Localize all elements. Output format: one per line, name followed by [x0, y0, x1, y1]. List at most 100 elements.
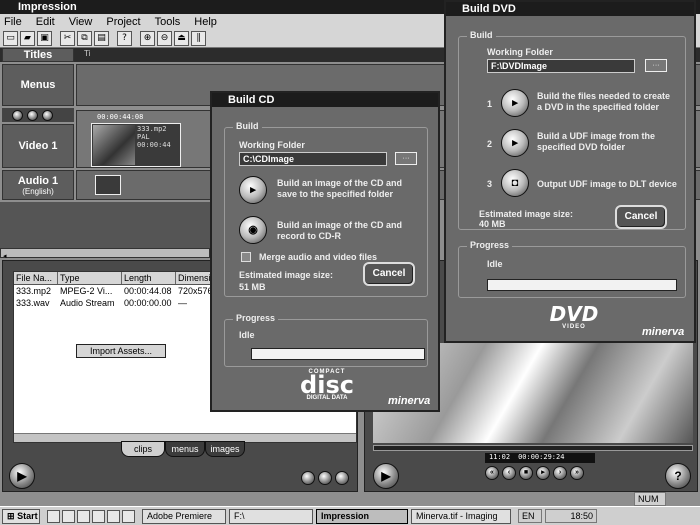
quick-launch-icon[interactable] [62, 509, 75, 523]
merge-checkbox[interactable] [241, 252, 251, 262]
cd-working-folder-field[interactable]: C:\CDImage [239, 152, 387, 166]
cd-record-button[interactable]: ◉ [239, 216, 267, 244]
detail-view-icon[interactable] [335, 471, 349, 485]
col-filename[interactable]: File Na... [14, 272, 58, 284]
track-menus[interactable]: Menus [2, 64, 74, 106]
dvd-working-folder-label: Working Folder [487, 47, 553, 57]
preview-play-button[interactable]: ▶ [373, 463, 399, 489]
dvd-opt2-text: Build a UDF image from the specified DVD… [537, 131, 656, 152]
timeline-scrollbar[interactable]: ◂ [0, 248, 210, 260]
dvd-build-files-button[interactable]: ▸ [501, 89, 529, 117]
transport-controls: « ‹ ■ ▸ › » [485, 466, 584, 480]
dvd-progress-title: Progress [467, 240, 513, 250]
lang-indicator[interactable]: EN [518, 509, 542, 523]
start-button[interactable]: ⊞ Start [2, 508, 40, 524]
quick-launch-icon[interactable] [107, 509, 120, 523]
track-control-icon[interactable] [27, 109, 38, 121]
build-dvd-title: Build DVD [462, 3, 516, 15]
col-length[interactable]: Length [122, 272, 176, 284]
dvd-browse-button[interactable]: ··· [645, 59, 667, 72]
cd-est-value: 51 MB [239, 282, 266, 292]
dvd-cancel-button[interactable]: Cancel [615, 205, 667, 229]
menu-view[interactable]: View [69, 16, 93, 28]
open-icon[interactable]: ▰ [20, 31, 35, 46]
menu-help[interactable]: Help [194, 16, 217, 28]
quick-launch-icon[interactable] [92, 509, 105, 523]
thumb-view-icon[interactable] [318, 471, 332, 485]
cd-save-image-button[interactable]: ▸ [239, 176, 267, 204]
col-type[interactable]: Type [58, 272, 122, 284]
step-back-icon[interactable]: ‹ [502, 466, 516, 480]
help-button[interactable]: ? [665, 463, 691, 489]
rewind-icon[interactable]: « [485, 466, 499, 480]
menu-file[interactable]: File [4, 16, 22, 28]
dvd-working-folder-field[interactable]: F:\DVDImage [487, 59, 635, 73]
clip-name: 333.mp2 [137, 125, 167, 133]
pause-icon[interactable]: ∥ [191, 31, 206, 46]
dvd-opt2-num: 2 [487, 139, 493, 149]
track-audio-1[interactable]: Audio 1 (English) [2, 170, 74, 200]
menu-tools[interactable]: Tools [155, 16, 181, 28]
step-forward-icon[interactable]: › [553, 466, 567, 480]
asset-length: 00:00:44.08 [124, 286, 172, 296]
track-control-icon[interactable] [12, 109, 23, 121]
fast-forward-icon[interactable]: » [570, 466, 584, 480]
clip-format: PAL [137, 133, 150, 141]
dvd-progress-group: Progress Idle [458, 240, 686, 298]
cd-brand-logo: minerva [388, 395, 431, 407]
menu-edit[interactable]: Edit [36, 16, 55, 28]
track-video-1[interactable]: Video 1 [2, 124, 74, 168]
quick-launch-icon[interactable] [47, 509, 60, 523]
build-cd-title: Build CD [228, 94, 275, 106]
task-adobe-premiere[interactable]: Adobe Premiere [142, 508, 226, 524]
asset-type: MPEG-2 Vi... [60, 286, 113, 296]
window-title: Impression [18, 1, 77, 13]
zoom-out-icon[interactable]: ⊖ [157, 31, 172, 46]
play-button[interactable]: ▶ [9, 463, 35, 489]
task-minerva-imaging[interactable]: Minerva.tif - Imaging [411, 508, 511, 524]
import-assets-button[interactable]: Import Assets... [76, 344, 166, 358]
system-clock: 18:50 [545, 509, 597, 523]
stop-icon[interactable]: ■ [519, 466, 533, 480]
dvd-opt3-num: 3 [487, 179, 493, 189]
preview-scrubber[interactable] [373, 445, 693, 451]
help-icon[interactable]: ? [117, 31, 132, 46]
dvd-brand-logo: minerva [642, 326, 685, 338]
list-view-icon[interactable] [301, 471, 315, 485]
copy-icon[interactable]: ⧉ [77, 31, 92, 46]
cd-browse-button[interactable]: ··· [395, 152, 417, 165]
track-titles[interactable]: Titles [2, 48, 74, 62]
dvd-est-value: 40 MB [479, 219, 506, 229]
scroll-left-icon[interactable]: ◂ [1, 253, 7, 260]
num-lock-indicator: NUM [634, 492, 666, 506]
zoom-in-icon[interactable]: ⊕ [140, 31, 155, 46]
tab-clips[interactable]: clips [121, 441, 165, 457]
timeline-empty-area [0, 202, 210, 248]
dvd-build-udf-button[interactable]: ▸ [501, 129, 529, 157]
menu-project[interactable]: Project [106, 16, 140, 28]
build-dvd-dialog: Build DVD Build Working Folder F:\DVDIma… [444, 0, 696, 343]
track-control-icon[interactable] [42, 109, 53, 121]
build-dvd-titlebar: Build DVD [446, 2, 694, 16]
paste-icon[interactable]: ▤ [94, 31, 109, 46]
asset-type: Audio Stream [60, 298, 115, 308]
task-f-drive[interactable]: F:\ [229, 508, 313, 524]
dvd-output-dlt-button[interactable]: ◘ [501, 169, 529, 197]
quick-launch-icon[interactable] [122, 509, 135, 523]
eject-icon[interactable]: ⏏ [174, 31, 189, 46]
save-icon[interactable]: ▣ [37, 31, 52, 46]
cd-cancel-button[interactable]: Cancel [363, 262, 415, 286]
cd-opt2-text: Build an image of the CD and record to C… [277, 220, 403, 241]
tab-menus[interactable]: menus [165, 441, 205, 457]
dvd-est-label: Estimated image size: [479, 209, 574, 219]
tab-images[interactable]: images [205, 441, 245, 457]
new-icon[interactable]: ▭ [3, 31, 18, 46]
cd-working-folder-label: Working Folder [239, 140, 305, 150]
audio-clip[interactable] [95, 175, 121, 195]
video-clip[interactable]: 333.mp2 PAL 00:00:44 [91, 123, 181, 167]
cut-icon[interactable]: ✂ [60, 31, 75, 46]
play-icon[interactable]: ▸ [536, 466, 550, 480]
timeline-timecode: 00:00:44:08 [97, 113, 144, 121]
task-impression[interactable]: Impression [316, 508, 408, 524]
quick-launch-icon[interactable] [77, 509, 90, 523]
